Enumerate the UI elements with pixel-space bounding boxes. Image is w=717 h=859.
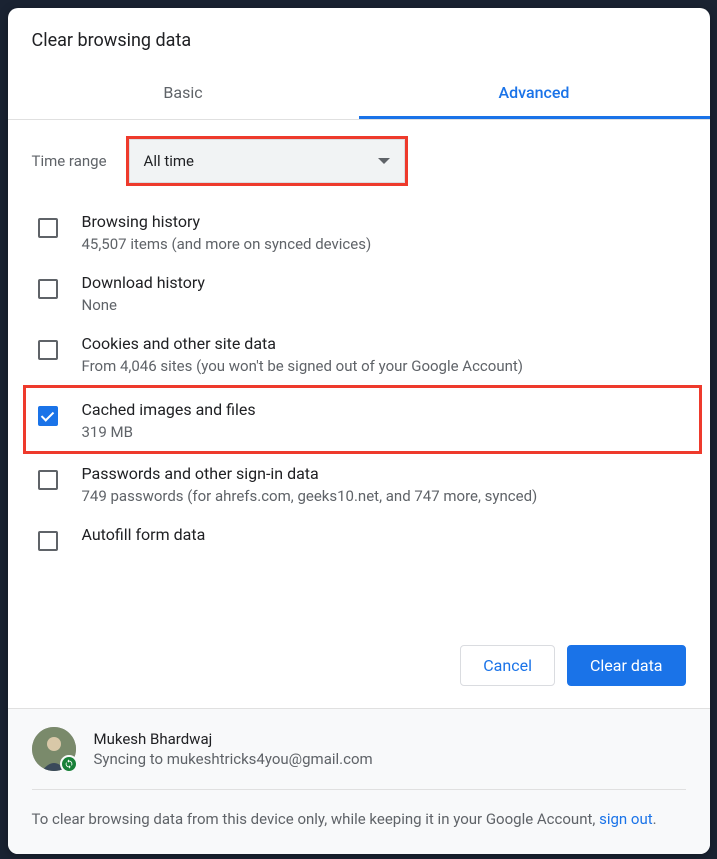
option-autofill[interactable]: Autofill form data <box>32 515 702 561</box>
checkbox-passwords[interactable] <box>38 470 58 490</box>
option-subtitle: 749 passwords (for ahrefs.com, geeks10.n… <box>82 487 696 505</box>
clear-data-button[interactable]: Clear data <box>567 645 686 686</box>
footer-note-prefix: To clear browsing data from this device … <box>32 810 600 828</box>
option-subtitle: From 4,046 sites (you won't be signed ou… <box>82 357 696 375</box>
sync-status: Syncing to mukeshtricks4you@gmail.com <box>94 750 373 768</box>
option-subtitle: 319 MB <box>82 423 693 441</box>
checkbox-browsing-history[interactable] <box>38 218 58 238</box>
option-title: Cookies and other site data <box>82 334 696 353</box>
chevron-down-icon <box>378 158 390 164</box>
option-texts: Cookies and other site data From 4,046 s… <box>82 334 696 375</box>
time-range-highlight: All time <box>126 136 408 186</box>
time-range-select[interactable]: All time <box>129 139 405 183</box>
checkbox-autofill[interactable] <box>38 531 58 551</box>
dialog-title: Clear browsing data <box>8 8 710 69</box>
cancel-button[interactable]: Cancel <box>460 645 555 686</box>
checkbox-download-history[interactable] <box>38 279 58 299</box>
option-browsing-history[interactable]: Browsing history 45,507 items (and more … <box>32 202 702 263</box>
sync-user-name: Mukesh Bhardwaj <box>94 730 373 748</box>
time-range-label: Time range <box>32 149 110 173</box>
option-texts: Passwords and other sign-in data 749 pas… <box>82 464 696 505</box>
option-texts: Autofill form data <box>82 525 696 548</box>
option-texts: Cached images and files 319 MB <box>82 400 693 441</box>
option-title: Cached images and files <box>82 400 693 419</box>
avatar-wrap <box>32 727 76 771</box>
sign-out-link[interactable]: sign out <box>599 810 653 828</box>
dialog-footer: Mukesh Bhardwaj Syncing to mukeshtricks4… <box>8 709 710 855</box>
option-cached-images[interactable]: Cached images and files 319 MB <box>23 385 702 454</box>
option-download-history[interactable]: Download history None <box>32 263 702 324</box>
dialog-buttons: Cancel Clear data <box>8 621 710 709</box>
sync-icon <box>60 755 78 773</box>
option-subtitle: None <box>82 296 696 314</box>
option-title: Download history <box>82 273 696 292</box>
option-title: Browsing history <box>82 212 696 231</box>
tab-basic[interactable]: Basic <box>8 69 359 119</box>
option-texts: Browsing history 45,507 items (and more … <box>82 212 696 253</box>
tab-advanced[interactable]: Advanced <box>359 69 710 119</box>
tab-bar: Basic Advanced <box>8 69 710 120</box>
option-title: Autofill form data <box>82 525 696 544</box>
option-title: Passwords and other sign-in data <box>82 464 696 483</box>
sync-account-row: Mukesh Bhardwaj Syncing to mukeshtricks4… <box>32 709 686 790</box>
options-scroll-area[interactable]: Time range All time Browsing history 45,… <box>8 120 710 621</box>
checkbox-cookies[interactable] <box>38 340 58 360</box>
clear-browsing-data-dialog: Clear browsing data Basic Advanced Time … <box>8 8 710 854</box>
option-subtitle: 45,507 items (and more on synced devices… <box>82 235 696 253</box>
footer-note: To clear browsing data from this device … <box>32 790 686 831</box>
checkbox-cached-images[interactable] <box>38 406 58 426</box>
time-range-row: Time range All time <box>32 120 702 202</box>
footer-note-suffix: . <box>653 810 657 828</box>
option-passwords[interactable]: Passwords and other sign-in data 749 pas… <box>32 454 702 515</box>
option-texts: Download history None <box>82 273 696 314</box>
time-range-value: All time <box>144 152 194 170</box>
sync-texts: Mukesh Bhardwaj Syncing to mukeshtricks4… <box>94 730 373 768</box>
option-cookies[interactable]: Cookies and other site data From 4,046 s… <box>32 324 702 385</box>
